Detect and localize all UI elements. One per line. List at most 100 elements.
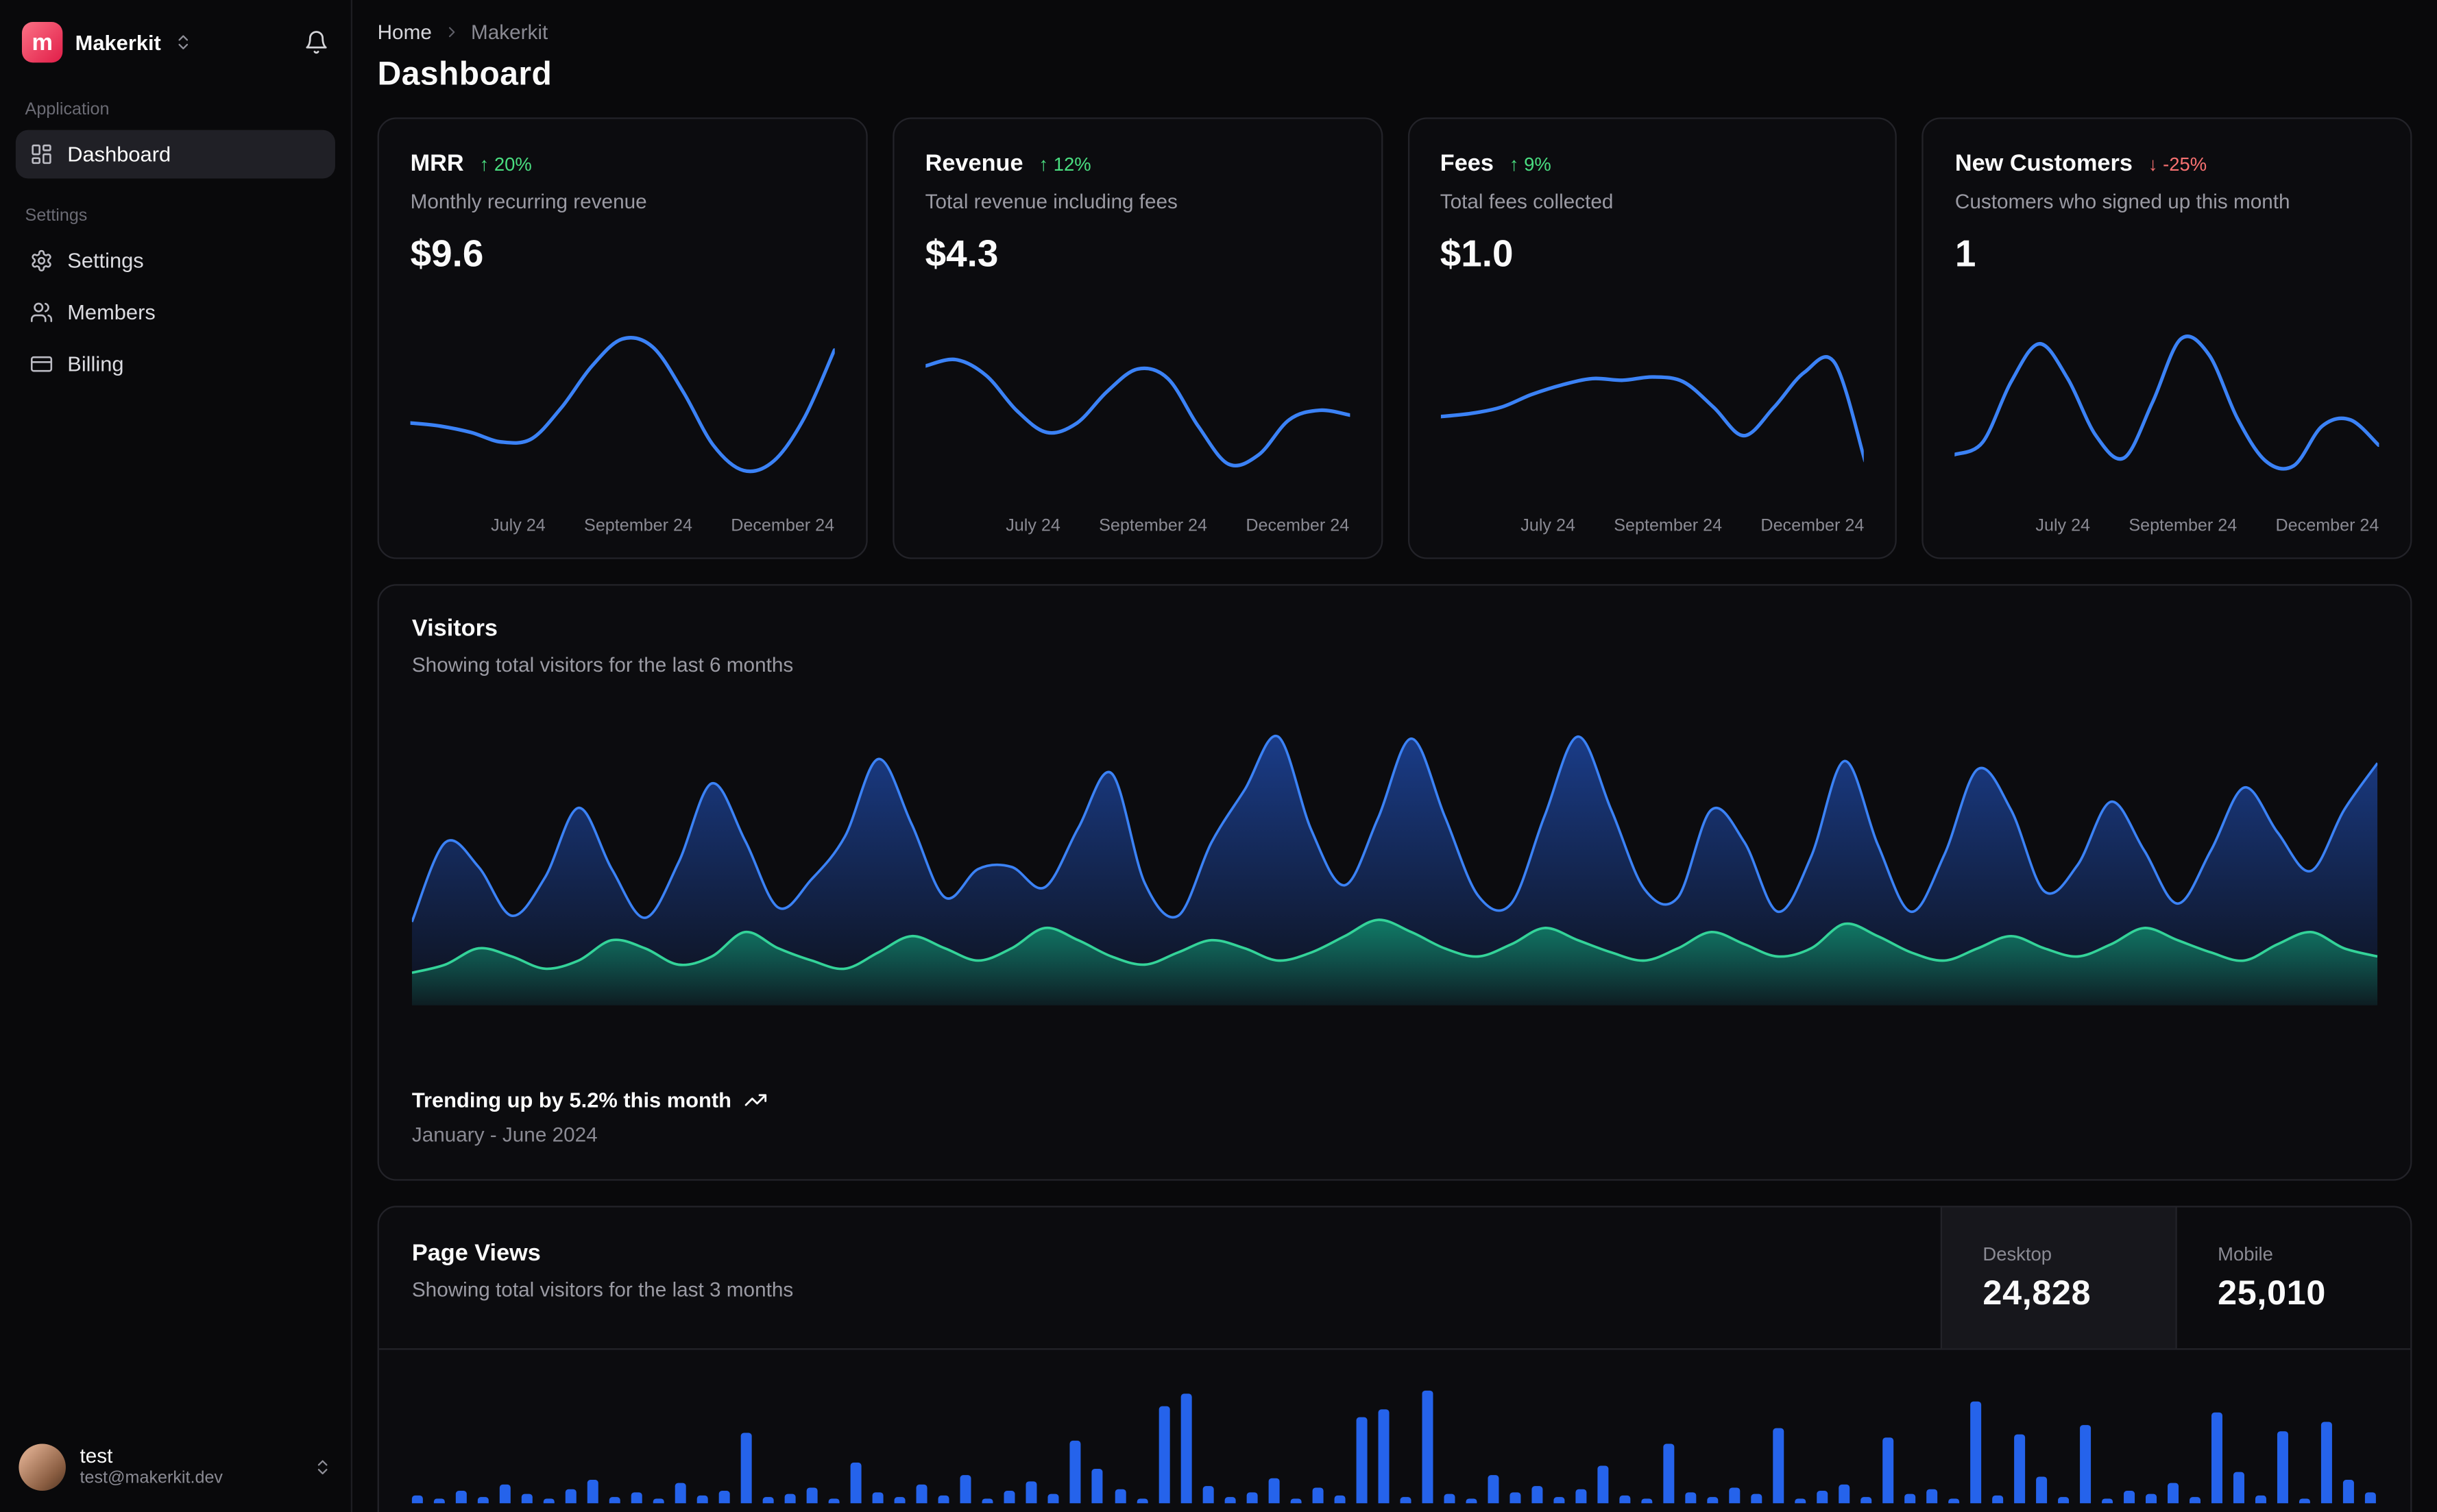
page-views-series-toggle: Desktop 24,828 Mobile 25,010 xyxy=(1940,1207,2410,1349)
page-views-bar xyxy=(763,1497,775,1504)
page-views-bar xyxy=(719,1491,731,1504)
page-views-bar xyxy=(587,1480,599,1504)
x-tick: September 24 xyxy=(1099,516,1208,536)
page-views-bar xyxy=(807,1487,819,1504)
page-views-bar xyxy=(1399,1497,1411,1504)
page-views-bar xyxy=(2058,1497,2070,1504)
sparkline-x-axis: July 24 September 24 December 24 xyxy=(1440,517,1865,535)
page-views-bar xyxy=(1904,1493,1916,1504)
fees-sparkline-chart xyxy=(1440,318,1865,503)
visitors-subtitle: Showing total visitors for the last 6 mo… xyxy=(411,653,794,676)
x-tick: July 24 xyxy=(491,516,546,536)
nav-section-application: Application xyxy=(25,100,110,119)
page-views-bar xyxy=(2190,1497,2201,1504)
chart-path xyxy=(925,357,1350,468)
page-views-bar xyxy=(1026,1481,1038,1504)
page-views-bar xyxy=(1443,1493,1455,1504)
page-views-bar xyxy=(1948,1498,1960,1504)
page-views-bar xyxy=(1268,1478,1279,1504)
breadcrumb-current: Makerkit xyxy=(470,20,548,44)
page-views-bar xyxy=(785,1493,797,1504)
page-views-bar xyxy=(1707,1497,1719,1504)
sidebar: m Makerkit Application Dashboard Setting… xyxy=(0,0,353,1512)
chart-path xyxy=(1440,355,1865,463)
user-email: test@makerkit.dev xyxy=(80,1469,223,1489)
page-views-bar xyxy=(917,1484,928,1504)
page-views-bar xyxy=(675,1483,687,1504)
stat-cards-row: MRR ↑ 20% Monthly recurring revenue $9.6… xyxy=(377,117,2412,559)
sidebar-item-members[interactable]: Members xyxy=(16,288,335,337)
sidebar-item-settings[interactable]: Settings xyxy=(16,236,335,285)
page-views-bar xyxy=(2168,1483,2179,1504)
page-views-bar xyxy=(1641,1498,1653,1504)
chart-path xyxy=(1954,334,2379,471)
mrr-sparkline-chart xyxy=(410,318,835,503)
trend-down-badge: ↓ -25% xyxy=(2148,152,2207,175)
page-views-bar xyxy=(2080,1425,2092,1504)
sidebar-item-dashboard[interactable]: Dashboard xyxy=(15,130,335,179)
page-views-bar-chart xyxy=(411,1390,2377,1504)
toggle-desktop[interactable]: Desktop 24,828 xyxy=(1940,1207,2176,1349)
stat-card-revenue: Revenue ↑ 12% Total revenue including fe… xyxy=(892,117,1383,559)
chevrons-up-down-icon[interactable] xyxy=(173,33,192,51)
workspace-switcher[interactable]: m Makerkit xyxy=(0,19,351,75)
stat-value: 1 xyxy=(1954,233,1976,276)
page-views-bar xyxy=(2124,1491,2135,1504)
page-views-header: Page Views Showing total visitors for th… xyxy=(378,1207,2411,1350)
notifications-bell-icon[interactable] xyxy=(304,29,329,55)
nav-application: Dashboard xyxy=(0,130,351,182)
toggle-mobile[interactable]: Mobile 25,010 xyxy=(2175,1207,2410,1349)
sparkline-x-axis: July 24 September 24 December 24 xyxy=(1955,517,2379,535)
toggle-value: 25,010 xyxy=(2218,1272,2326,1312)
stat-title: Fees xyxy=(1440,150,1494,178)
stat-title: MRR xyxy=(410,150,464,178)
stat-subtitle: Total fees collected xyxy=(1440,189,1614,213)
page-views-bar xyxy=(1465,1498,1477,1504)
sidebar-item-label: Billing xyxy=(67,352,124,376)
page-views-bar xyxy=(873,1492,884,1504)
page-views-bar xyxy=(2146,1493,2157,1504)
user-menu[interactable]: test test@makerkit.dev xyxy=(0,1428,351,1500)
stat-card-new-customers: New Customers ↓ -25% Customers who signe… xyxy=(1921,117,2412,559)
stat-subtitle: Customers who signed up this month xyxy=(1954,189,2290,213)
trend-up-badge: ↑ 12% xyxy=(1039,152,1091,175)
page-views-bar xyxy=(653,1498,665,1504)
page-views-bar xyxy=(1048,1493,1060,1504)
page-views-bar xyxy=(1377,1409,1389,1504)
chevrons-up-down-icon xyxy=(313,1458,332,1476)
page-views-bar xyxy=(1004,1491,1016,1504)
new-customers-sparkline-chart xyxy=(1954,318,2379,503)
page-views-bar xyxy=(1311,1487,1323,1504)
stat-subtitle: Monthly recurring revenue xyxy=(410,189,647,213)
page-views-bar xyxy=(697,1495,709,1504)
page-views-bar xyxy=(433,1498,445,1504)
page-views-bar xyxy=(1421,1390,1433,1504)
page-views-bar xyxy=(1685,1492,1697,1504)
trend-up-badge: ↑ 9% xyxy=(1509,152,1551,175)
page-views-bar xyxy=(2321,1422,2333,1504)
sidebar-item-billing[interactable]: Billing xyxy=(16,340,335,389)
chart-path xyxy=(410,336,835,474)
layout-dashboard-icon xyxy=(29,143,53,166)
toggle-value: 24,828 xyxy=(1983,1272,2092,1312)
visitors-trend: Trending up by 5.2% this month xyxy=(412,1088,2377,1112)
page-views-bar xyxy=(1070,1440,1082,1504)
page-views-bar xyxy=(631,1492,643,1504)
page-views-bar xyxy=(1158,1406,1169,1504)
x-tick: July 24 xyxy=(1520,516,1575,536)
breadcrumb-home-link[interactable]: Home xyxy=(378,21,432,44)
page-views-bar xyxy=(1246,1492,1257,1504)
page-views-bar xyxy=(2299,1498,2311,1504)
workspace-name: Makerkit xyxy=(75,30,161,54)
x-tick: July 24 xyxy=(1006,516,1060,536)
page-views-bar xyxy=(1289,1498,1301,1504)
stat-card-mrr: MRR ↑ 20% Monthly recurring revenue $9.6… xyxy=(377,117,868,559)
page-views-bar xyxy=(1619,1495,1631,1504)
page-views-bar xyxy=(1509,1492,1520,1504)
main-content: Home Makerkit Dashboard MRR ↑ 20% Monthl… xyxy=(352,0,2437,1512)
page-views-bar xyxy=(2343,1480,2355,1504)
workspace-logo: m xyxy=(21,21,63,63)
x-tick: December 24 xyxy=(1760,516,1865,536)
page-views-bar xyxy=(2014,1434,2026,1504)
page-views-bar xyxy=(982,1498,994,1504)
